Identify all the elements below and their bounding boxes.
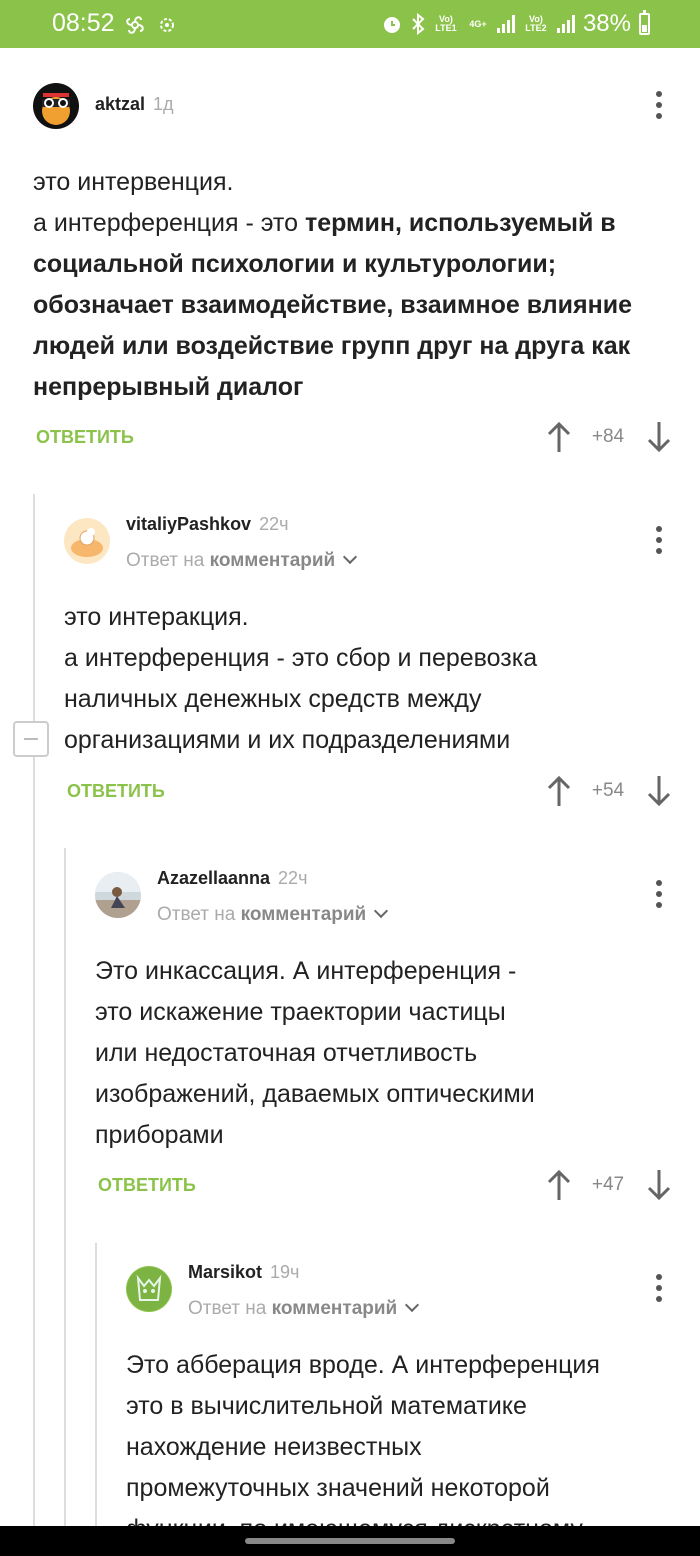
- home-gesture-handle[interactable]: [245, 1538, 455, 1544]
- username[interactable]: Marsikot 19ч: [188, 1262, 299, 1283]
- avatar[interactable]: [64, 518, 110, 564]
- thread-line: [33, 494, 35, 1534]
- system-nav-bar: [0, 1526, 700, 1556]
- reply-button[interactable]: ОТВЕТИТЬ: [67, 781, 165, 802]
- status-right: Vo) LTE1 4G+ Vo) LTE2 38%: [381, 10, 650, 38]
- comment-time: 19ч: [270, 1262, 300, 1282]
- upvote-icon[interactable]: [545, 774, 573, 808]
- upvote-icon[interactable]: [545, 420, 573, 454]
- battery-icon: [639, 10, 650, 35]
- avatar[interactable]: [126, 1266, 172, 1312]
- thread-line: [64, 848, 66, 1538]
- downvote-icon[interactable]: [645, 1168, 673, 1202]
- avatar[interactable]: [33, 83, 79, 129]
- more-options-icon[interactable]: [655, 526, 663, 554]
- chevron-down-icon: [374, 903, 389, 919]
- reply-button[interactable]: ОТВЕТИТЬ: [36, 427, 134, 448]
- reply-button[interactable]: ОТВЕТИТЬ: [98, 1175, 196, 1196]
- username[interactable]: vitaliyPashkov 22ч: [126, 514, 288, 535]
- chevron-down-icon: [405, 1297, 420, 1313]
- reply-to-link[interactable]: Ответ на комментарий: [157, 903, 389, 926]
- avatar[interactable]: [95, 872, 141, 918]
- comment-text: Это инкассация. А интерференция - это ис…: [95, 957, 535, 1149]
- more-options-icon[interactable]: [655, 1274, 663, 1302]
- score: +84: [591, 426, 625, 447]
- more-options-icon[interactable]: [655, 91, 663, 119]
- score: +47: [591, 1174, 625, 1195]
- more-options-icon[interactable]: [655, 880, 663, 908]
- chevron-down-icon: [343, 549, 358, 565]
- alarm-icon: [383, 17, 400, 33]
- signal-icon-2: [556, 15, 575, 33]
- comment-time: 22ч: [278, 868, 308, 888]
- reply-to-link[interactable]: Ответ на комментарий: [126, 549, 358, 572]
- comment-text: это интеракция. а интерференция - это сб…: [64, 603, 538, 754]
- signal-icon: [496, 15, 515, 33]
- username[interactable]: aktzal 1д: [95, 94, 174, 115]
- network-4g: 4G+: [469, 18, 487, 29]
- comment-text: Это абберация вроде. А интерференция это…: [126, 1351, 600, 1526]
- status-bar: 08:52 Vo) LTE1 4G+ Vo) LTE2 38%: [0, 0, 700, 48]
- thread-line: [95, 1243, 97, 1538]
- bluetooth-icon: [412, 13, 425, 35]
- reply-to-link[interactable]: Ответ на комментарий: [188, 1297, 420, 1320]
- pinwheel-icon: [126, 16, 144, 34]
- comment-time: 1д: [153, 94, 174, 114]
- upvote-icon[interactable]: [545, 1168, 573, 1202]
- network-lte1: Vo) LTE1: [435, 14, 457, 33]
- username[interactable]: Azazellaanna 22ч: [157, 868, 307, 889]
- battery-percent: 38%: [582, 10, 631, 37]
- downvote-icon[interactable]: [645, 774, 673, 808]
- collapse-thread-button[interactable]: [13, 721, 49, 757]
- network-lte2: Vo) LTE2: [525, 14, 547, 33]
- score: +54: [591, 780, 625, 801]
- status-time: 08:52: [52, 9, 115, 37]
- comment-time: 22ч: [259, 514, 289, 534]
- downvote-icon[interactable]: [645, 420, 673, 454]
- gear-status-icon: [160, 18, 174, 32]
- comment-text: это интервенция. а интерференция - это т…: [33, 168, 639, 401]
